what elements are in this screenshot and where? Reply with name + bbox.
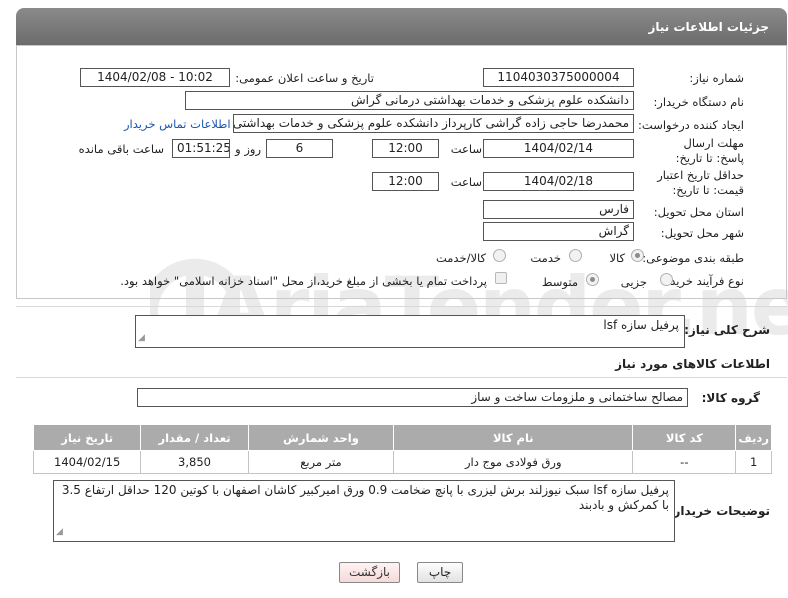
col-need-date: تاریخ نیاز xyxy=(32,424,142,451)
buyer-org-label: نام دستگاه خریدار: xyxy=(653,95,744,109)
cell-name: ورق فولادی موج دار xyxy=(393,450,634,474)
validity-date-field: 1404/02/18 xyxy=(483,172,634,191)
category-option-service: خدمت xyxy=(530,251,561,265)
goods-section-title: اطلاعات کالاهای مورد نیاز xyxy=(615,357,770,371)
col-quantity: تعداد / مقدار xyxy=(140,424,249,451)
print-button[interactable]: چاپ xyxy=(417,562,463,583)
cell-code: -- xyxy=(632,450,737,474)
validity-label: حداقل تاریخ اعتبار قیمت: تا تاریخ: xyxy=(657,168,744,197)
cell-unit: متر مربع xyxy=(247,450,395,474)
buyer-org-field: دانشکده علوم پزشکی و خدمات بهداشتی درمان… xyxy=(185,91,634,110)
category-radio-goods-service[interactable] xyxy=(493,249,506,262)
col-row: ردیف xyxy=(735,424,772,451)
process-radio-medium[interactable] xyxy=(586,273,599,286)
process-option-minor: جزیی xyxy=(620,275,647,289)
deadline-label: مهلت ارسال پاسخ: تا تاریخ: xyxy=(675,136,744,165)
buyer-contact-link[interactable]: اطلاعات تماس خریدار xyxy=(124,117,231,131)
need-number-field: 1104030375000004 xyxy=(483,68,634,87)
resize-grip-icon[interactable]: ◢ xyxy=(138,331,145,346)
requester-field: محمدرضا حاجی زاده گراشی کارپرداز دانشکده… xyxy=(233,114,634,133)
goods-group-field: مصالح ساختمانی و ملزومات ساخت و ساز xyxy=(137,388,688,407)
goods-group-label: گروه کالا: xyxy=(701,391,760,405)
col-unit: واحد شمارش xyxy=(247,424,395,451)
buyer-notes-text: پرفیل سازه lsf سبک نیوزلند برش لیزری با … xyxy=(61,483,669,512)
validity-time-label: ساعت xyxy=(450,175,482,189)
goods-table: ردیف کد کالا نام کالا واحد شمارش تعداد /… xyxy=(32,424,772,474)
validity-time-field: 12:00 xyxy=(372,172,439,191)
days-label: روز و xyxy=(235,142,261,156)
process-label: نوع فرآیند خرید : xyxy=(662,274,744,288)
col-name: نام کالا xyxy=(393,424,634,451)
category-label: طبقه بندی موضوعی: xyxy=(642,251,744,265)
days-field: 6 xyxy=(266,139,333,158)
need-number-label: شماره نیاز: xyxy=(689,71,744,85)
divider xyxy=(16,377,787,378)
process-option-medium: متوسط xyxy=(541,275,578,289)
description-label: شرح کلی نیاز: xyxy=(684,323,770,337)
remaining-time-field: 01:51:25 xyxy=(172,139,230,158)
col-code: کد کالا xyxy=(632,424,737,451)
process-radio-minor[interactable] xyxy=(660,273,673,286)
requester-label: ایجاد کننده درخواست: xyxy=(638,118,744,132)
resize-grip-icon[interactable]: ◢ xyxy=(56,525,63,540)
treasury-payment-note: پرداخت تمام یا بخشی از مبلغ خرید،از محل … xyxy=(120,274,487,288)
category-radio-goods[interactable] xyxy=(631,249,644,262)
buyer-notes-field: پرفیل سازه lsf سبک نیوزلند برش لیزری با … xyxy=(53,480,675,542)
remaining-time-label: ساعت باقی مانده xyxy=(78,142,164,156)
page-title: جزئیات اطلاعات نیاز xyxy=(648,20,769,34)
buyer-notes-label: توضیحات خریدار: xyxy=(668,504,770,518)
cell-quantity: 3,850 xyxy=(140,450,249,474)
province-field: فارس xyxy=(483,200,634,219)
divider xyxy=(16,306,787,307)
category-option-goods-service: کالا/خدمت xyxy=(435,251,486,265)
deadline-time-label: ساعت xyxy=(450,142,482,156)
announce-label: تاریخ و ساعت اعلان عمومی: xyxy=(235,71,374,85)
category-radio-service[interactable] xyxy=(569,249,582,262)
treasury-payment-checkbox[interactable] xyxy=(495,272,507,284)
deadline-date-field: 1404/02/14 xyxy=(483,139,634,158)
announce-field: 1404/02/08 - 10:02 xyxy=(80,68,230,87)
province-label: استان محل تحویل: xyxy=(653,205,744,219)
cell-need-date: 1404/02/15 xyxy=(32,450,142,474)
table-row: 1 -- ورق فولادی موج دار متر مربع 3,850 1… xyxy=(32,450,772,474)
category-option-goods: کالا xyxy=(609,251,625,265)
cell-row: 1 xyxy=(735,450,772,474)
back-button[interactable]: بازگشت xyxy=(339,562,400,583)
city-label: شهر محل تحویل: xyxy=(660,226,744,240)
goods-table-header: ردیف کد کالا نام کالا واحد شمارش تعداد /… xyxy=(32,424,772,451)
page-header: جزئیات اطلاعات نیاز xyxy=(16,8,787,45)
description-text: پرفیل سازه lsf xyxy=(603,318,679,332)
city-field: گراش xyxy=(483,222,634,241)
deadline-time-field: 12:00 xyxy=(372,139,439,158)
description-field: پرفیل سازه lsf ◢ xyxy=(135,315,685,348)
